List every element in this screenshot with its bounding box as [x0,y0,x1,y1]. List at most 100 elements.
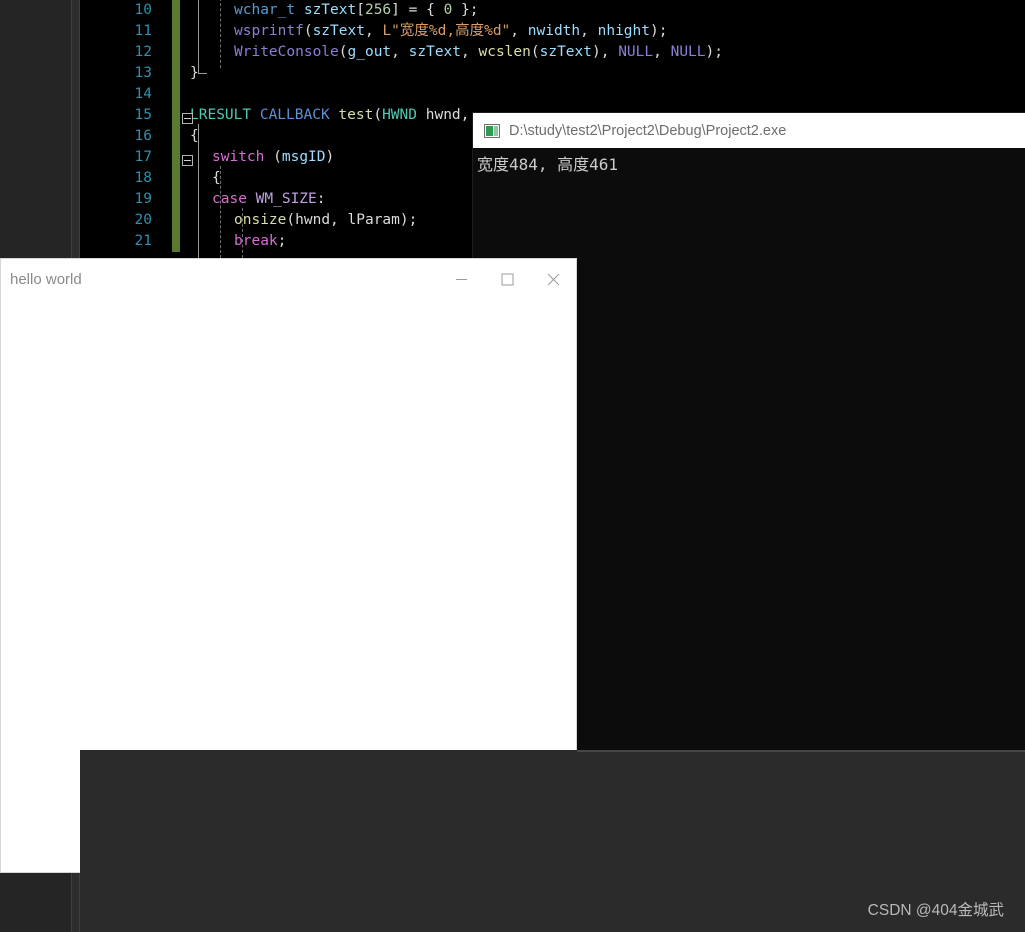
code-token: }; [452,2,478,18]
code-line[interactable]: 10wchar_t szText[256] = { 0 }; [80,0,1025,21]
code-token: ; [278,233,287,249]
code-text[interactable]: switch (msgID) [212,147,334,168]
bottom-divider-right [79,873,80,932]
code-token: CALLBACK [260,107,330,123]
change-indicator [172,168,180,189]
screen: 10wchar_t szText[256] = { 0 };11wsprintf… [0,0,1025,932]
code-token: msgID [282,149,326,165]
code-token: ( [339,44,348,60]
code-token: ); [706,44,723,60]
code-token: hwnd [426,107,461,123]
change-indicator [172,210,180,231]
bottom-gutter-gap [72,873,79,932]
block-bracket-top [198,0,207,74]
line-number: 17 [80,147,152,168]
minimize-icon [455,273,468,286]
code-token: , [461,107,470,123]
code-token: WriteConsole [234,44,339,60]
code-token: LRESULT [190,107,251,123]
code-line[interactable]: 12 WriteConsole(g_out, szText, wcslen(szT… [80,42,1025,63]
code-token: wsprintf [234,23,304,39]
line-number: 12 [80,42,152,63]
code-token: nhight [598,23,650,39]
indent-guide-top [220,0,221,68]
line-number: 21 [80,231,152,252]
code-text[interactable]: onsize(hwnd, lParam); [234,210,417,231]
code-text[interactable]: case WM_SIZE: [212,189,326,210]
line-number: 20 [80,210,152,231]
code-token: ] = { [391,2,443,18]
line-number: 16 [80,126,152,147]
code-token: case [212,191,247,207]
change-indicator [172,147,180,168]
console-title-text: D:\study\test2\Project2\Debug\Project2.e… [509,123,786,139]
code-text[interactable]: wchar_t szText[256] = { 0 }; [234,0,479,21]
code-token: L"宽度%d,高度%d" [382,23,510,39]
code-token: test [338,107,373,123]
code-token: ( [373,107,382,123]
code-token [251,107,260,123]
collapse-toggle-line17[interactable] [182,155,193,166]
code-token: ( [264,149,281,165]
code-token: , [365,23,382,39]
code-line[interactable]: 11wsprintf(szText, L"宽度%d,高度%d", nwidth,… [80,21,1025,42]
change-indicator [172,21,180,42]
code-token: 256 [365,2,391,18]
block-guide-function [198,124,199,258]
code-token: ( [286,212,295,228]
line-number: 18 [80,168,152,189]
code-text[interactable]: wsprintf(szText, L"宽度%d,高度%d", nwidth, n… [234,21,667,42]
code-text[interactable]: LRESULT CALLBACK test(HWND hwnd, [190,105,469,126]
change-indicator [172,42,180,63]
change-indicator [172,231,180,252]
close-icon [547,273,560,286]
line-number: 14 [80,84,152,105]
code-token: NULL [671,44,706,60]
code-token: , [330,212,347,228]
code-line[interactable]: 14 [80,84,1025,105]
code-token: ); [400,212,417,228]
code-token: [ [356,2,365,18]
code-token: szText [540,44,592,60]
code-line[interactable]: 13} [80,63,1025,84]
line-number: 15 [80,105,152,126]
collapse-toggle-line15[interactable] [182,113,193,124]
console-titlebar[interactable]: D:\study\test2\Project2\Debug\Project2.e… [473,113,1025,148]
change-indicator [172,84,180,105]
change-indicator [172,63,180,84]
line-number: 19 [80,189,152,210]
code-token: WM_SIZE [256,191,317,207]
maximize-button[interactable] [484,259,530,300]
lower-area-top-edge [577,750,1025,752]
code-token [247,191,256,207]
code-token [417,107,426,123]
minimize-button[interactable] [438,259,484,300]
code-token: g_out [348,44,392,60]
hello-world-title-text: hello world [1,271,438,288]
change-indicator [172,189,180,210]
code-token: ( [531,44,540,60]
code-text[interactable]: WriteConsole(g_out, szText, wcslen(szTex… [234,42,723,63]
code-token: wcslen [478,44,530,60]
bottom-left-pane [0,873,71,932]
code-token: , [461,44,478,60]
code-token: , [510,23,527,39]
code-token: szText [313,23,365,39]
line-number: 13 [80,63,152,84]
code-token: nwidth [528,23,580,39]
indent-guide-switch [220,166,221,258]
indent-guide-case [242,208,243,258]
change-indicator [172,126,180,147]
change-indicator [172,0,180,21]
code-token: , [580,23,597,39]
hello-world-titlebar[interactable]: hello world [1,259,576,300]
code-token: 0 [444,2,453,18]
watermark: CSDN @404金城武 [868,898,1004,920]
code-token: wchar_t [234,2,295,18]
code-token: ); [650,23,667,39]
code-token: ) [326,149,335,165]
maximize-icon [501,273,514,286]
close-button[interactable] [530,259,576,300]
code-token: szText [304,2,356,18]
code-token [295,2,304,18]
